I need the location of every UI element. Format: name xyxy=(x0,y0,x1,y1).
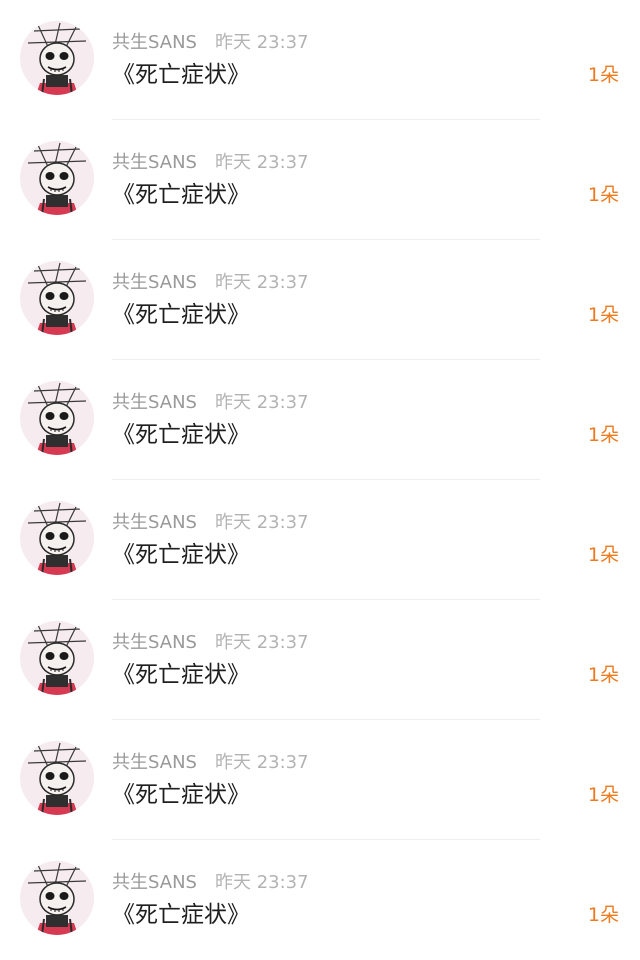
meta-line: 共生SANS 昨天 23:37 xyxy=(112,750,309,776)
author-name[interactable]: 共生SANS xyxy=(112,752,197,773)
message-content: 《死亡症状》 xyxy=(112,662,250,688)
timestamp: 昨天 23:37 xyxy=(214,512,309,533)
message-content: 《死亡症状》 xyxy=(112,902,250,928)
user-avatar[interactable] xyxy=(20,381,94,455)
flower-count: 1朵 xyxy=(587,664,619,686)
flower-count: 1朵 xyxy=(587,184,619,206)
author-name[interactable]: 共生SANS xyxy=(112,152,197,173)
list-item[interactable]: 共生SANS 昨天 23:37 《死亡症状》 1朵 xyxy=(0,240,640,360)
message-content: 《死亡症状》 xyxy=(112,302,250,328)
timestamp: 昨天 23:37 xyxy=(214,752,309,773)
user-avatar[interactable] xyxy=(20,141,94,215)
user-avatar[interactable] xyxy=(20,741,94,815)
message-content: 《死亡症状》 xyxy=(112,182,250,208)
author-name[interactable]: 共生SANS xyxy=(112,392,197,413)
timestamp: 昨天 23:37 xyxy=(214,872,309,893)
list-item[interactable]: 共生SANS 昨天 23:37 《死亡症状》 1朵 xyxy=(0,840,640,960)
flower-count: 1朵 xyxy=(587,544,619,566)
timestamp: 昨天 23:37 xyxy=(214,392,309,413)
author-name[interactable]: 共生SANS xyxy=(112,512,197,533)
flower-count: 1朵 xyxy=(587,904,619,926)
sans-skeleton-avatar-icon xyxy=(20,381,94,455)
timestamp: 昨天 23:37 xyxy=(214,152,309,173)
meta-line: 共生SANS 昨天 23:37 xyxy=(112,510,309,536)
user-avatar[interactable] xyxy=(20,21,94,95)
meta-line: 共生SANS 昨天 23:37 xyxy=(112,150,309,176)
message-content: 《死亡症状》 xyxy=(112,62,250,88)
list-item[interactable]: 共生SANS 昨天 23:37 《死亡症状》 1朵 xyxy=(0,480,640,600)
sans-skeleton-avatar-icon xyxy=(20,261,94,335)
meta-line: 共生SANS 昨天 23:37 xyxy=(112,30,309,56)
gift-record-list: 共生SANS 昨天 23:37 《死亡症状》 1朵 共生SANS 昨天 23:37 … xyxy=(0,0,640,960)
sans-skeleton-avatar-icon xyxy=(20,21,94,95)
sans-skeleton-avatar-icon xyxy=(20,621,94,695)
sans-skeleton-avatar-icon xyxy=(20,501,94,575)
author-name[interactable]: 共生SANS xyxy=(112,872,197,893)
list-item[interactable]: 共生SANS 昨天 23:37 《死亡症状》 1朵 xyxy=(0,0,640,120)
user-avatar[interactable] xyxy=(20,501,94,575)
list-item[interactable]: 共生SANS 昨天 23:37 《死亡症状》 1朵 xyxy=(0,600,640,720)
user-avatar[interactable] xyxy=(20,621,94,695)
author-name[interactable]: 共生SANS xyxy=(112,272,197,293)
timestamp: 昨天 23:37 xyxy=(214,632,309,653)
timestamp: 昨天 23:37 xyxy=(214,32,309,53)
list-item[interactable]: 共生SANS 昨天 23:37 《死亡症状》 1朵 xyxy=(0,360,640,480)
flower-count: 1朵 xyxy=(587,424,619,446)
timestamp: 昨天 23:37 xyxy=(214,272,309,293)
message-content: 《死亡症状》 xyxy=(112,782,250,808)
meta-line: 共生SANS 昨天 23:37 xyxy=(112,870,309,896)
sans-skeleton-avatar-icon xyxy=(20,861,94,935)
meta-line: 共生SANS 昨天 23:37 xyxy=(112,270,309,296)
meta-line: 共生SANS 昨天 23:37 xyxy=(112,630,309,656)
author-name[interactable]: 共生SANS xyxy=(112,632,197,653)
list-item[interactable]: 共生SANS 昨天 23:37 《死亡症状》 1朵 xyxy=(0,720,640,840)
sans-skeleton-avatar-icon xyxy=(20,741,94,815)
list-item[interactable]: 共生SANS 昨天 23:37 《死亡症状》 1朵 xyxy=(0,120,640,240)
user-avatar[interactable] xyxy=(20,861,94,935)
flower-count: 1朵 xyxy=(587,304,619,326)
sans-skeleton-avatar-icon xyxy=(20,141,94,215)
flower-count: 1朵 xyxy=(587,64,619,86)
flower-count: 1朵 xyxy=(587,784,619,806)
user-avatar[interactable] xyxy=(20,261,94,335)
message-content: 《死亡症状》 xyxy=(112,422,250,448)
author-name[interactable]: 共生SANS xyxy=(112,32,197,53)
message-content: 《死亡症状》 xyxy=(112,542,250,568)
meta-line: 共生SANS 昨天 23:37 xyxy=(112,390,309,416)
